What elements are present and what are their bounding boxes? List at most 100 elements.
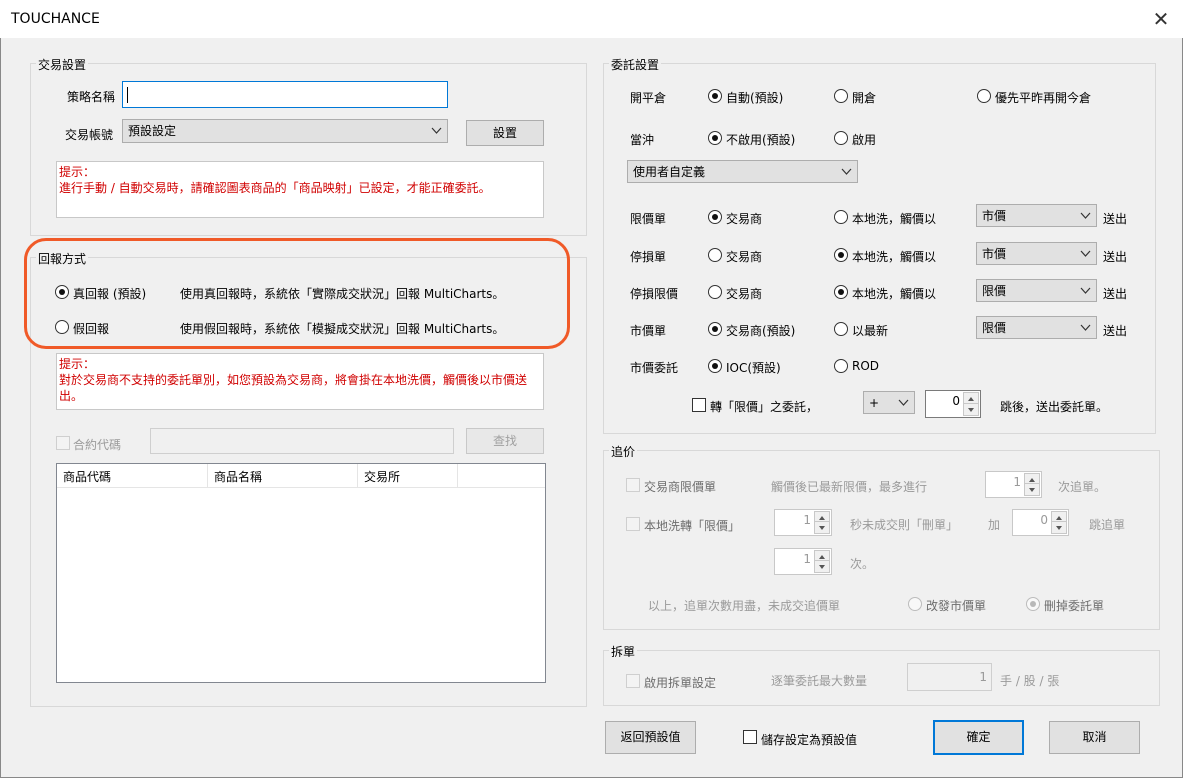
tick-count-stepper[interactable]: 0 bbox=[925, 390, 981, 418]
contract-code-input[interactable] bbox=[150, 428, 454, 454]
convert-limit-checkbox[interactable] bbox=[692, 398, 706, 412]
settings-button[interactable]: 設置 bbox=[466, 120, 544, 146]
column-header-product-name[interactable]: 商品名稱 bbox=[208, 464, 358, 488]
real-report-radio[interactable] bbox=[55, 285, 69, 299]
column-header-exchange[interactable]: 交易所 bbox=[358, 464, 458, 488]
reset-default-button[interactable]: 返回預設值 bbox=[605, 721, 696, 754]
chevron-down-icon bbox=[431, 127, 442, 134]
search-button[interactable]: 查找 bbox=[466, 428, 544, 454]
open-close-auto-radio[interactable] bbox=[708, 89, 722, 103]
order-row-broker-radio[interactable] bbox=[708, 285, 722, 299]
day-trade-disable-label[interactable]: 不啟用(預設) bbox=[726, 131, 795, 148]
chase-label: 追价 bbox=[609, 443, 638, 460]
seconds-value: 1 bbox=[803, 513, 811, 527]
order-row-local-label[interactable]: 本地洗，觸價以 bbox=[852, 285, 936, 302]
trade-hint-text: 進行手動 / 自動交易時，請確認圖表商品的「商品映射」已設定，才能正確委託。 bbox=[59, 181, 491, 195]
product-list[interactable]: 商品代碼 商品名稱 交易所 bbox=[56, 463, 546, 683]
day-trade-label: 當沖 bbox=[630, 133, 655, 147]
chevron-down-icon bbox=[1080, 287, 1091, 294]
ok-button[interactable]: 確定 bbox=[933, 720, 1024, 755]
open-close-open-radio[interactable] bbox=[834, 89, 848, 103]
order-row-price-select[interactable]: 市價 bbox=[976, 204, 1097, 227]
ticks-stepper[interactable]: 0 bbox=[1012, 509, 1069, 536]
open-close-auto-label[interactable]: 自動(預設) bbox=[726, 89, 783, 106]
exhausted-text: 以上，追單次數用盡，未成交追價單 bbox=[648, 599, 841, 613]
cancel-button[interactable]: 取消 bbox=[1049, 721, 1140, 754]
user-define-select[interactable]: 使用者自定義 bbox=[627, 160, 858, 183]
order-row-broker-label[interactable]: 交易商(預設) bbox=[726, 322, 795, 339]
report-mode-label: 回報方式 bbox=[36, 250, 89, 267]
fake-report-radio[interactable] bbox=[55, 320, 69, 334]
order-row-local-radio[interactable] bbox=[834, 248, 848, 262]
contract-code-checkbox[interactable] bbox=[56, 436, 70, 450]
market-order-ioc-label[interactable]: IOC(預設) bbox=[726, 359, 781, 376]
order-row-broker-radio[interactable] bbox=[708, 210, 722, 224]
local-convert-checkbox[interactable] bbox=[626, 517, 640, 531]
chase-times-stepper[interactable]: 1 bbox=[985, 471, 1042, 498]
unit-label: 手 / 股 / 張 bbox=[1000, 674, 1060, 688]
chevron-down-icon bbox=[1080, 250, 1091, 257]
real-report-label[interactable]: 真回報 (預設) bbox=[73, 285, 146, 302]
order-row-broker-radio[interactable] bbox=[708, 248, 722, 262]
order-row-price-select[interactable]: 限價 bbox=[976, 316, 1097, 339]
tick-count-value: 0 bbox=[952, 394, 960, 408]
chase-times2-stepper[interactable]: 1 bbox=[774, 548, 832, 575]
order-row-broker-label[interactable]: 交易商 bbox=[726, 210, 762, 227]
market-order-label: 市價委託 bbox=[630, 361, 679, 375]
open-close-open-label[interactable]: 開倉 bbox=[852, 89, 876, 106]
trade-hint-box: 提示： 進行手動 / 自動交易時，請確認圖表商品的「商品映射」已設定，才能正確委… bbox=[56, 161, 544, 218]
broker-limit-label: 交易商限價單 bbox=[644, 480, 717, 494]
order-row-broker-label[interactable]: 交易商 bbox=[726, 285, 762, 302]
seconds-stepper[interactable]: 1 bbox=[774, 509, 832, 536]
broker-limit-checkbox[interactable] bbox=[626, 478, 640, 492]
account-select[interactable]: 預設設定 bbox=[122, 119, 448, 143]
strategy-name-input[interactable] bbox=[122, 81, 448, 108]
day-trade-enable-label[interactable]: 啟用 bbox=[852, 131, 876, 148]
title-bar bbox=[0, 0, 1183, 38]
spin-down-icon[interactable] bbox=[1051, 521, 1067, 534]
order-row-local-radio[interactable] bbox=[834, 322, 848, 336]
order-row-price-select[interactable]: 市價 bbox=[976, 242, 1097, 265]
order-row-local-label[interactable]: 以最新 bbox=[852, 322, 888, 339]
ticks-value: 0 bbox=[1040, 513, 1048, 527]
day-trade-enable-radio[interactable] bbox=[834, 131, 848, 145]
market-order-rod-label[interactable]: ROD bbox=[852, 359, 879, 373]
order-row-local-radio[interactable] bbox=[834, 285, 848, 299]
account-label: 交易帳號 bbox=[65, 128, 114, 142]
market-order-rod-radio[interactable] bbox=[834, 359, 848, 373]
column-header-product-code[interactable]: 商品代碼 bbox=[57, 464, 208, 488]
spin-down-icon[interactable] bbox=[814, 560, 830, 573]
delete-order-radio[interactable] bbox=[1026, 597, 1040, 611]
fake-report-label[interactable]: 假回報 bbox=[73, 320, 109, 337]
order-row-local-radio[interactable] bbox=[834, 210, 848, 224]
resend-market-radio[interactable] bbox=[908, 597, 922, 611]
split-label: 拆單 bbox=[609, 643, 638, 660]
order-row-local-label[interactable]: 本地洗，觸價以 bbox=[852, 210, 936, 227]
chase-times-suffix: 次追單。 bbox=[1058, 480, 1107, 494]
fake-report-desc: 使用假回報時，系統依「模擬成交狀況」回報 MultiCharts。 bbox=[180, 322, 505, 336]
spin-down-icon[interactable] bbox=[1024, 483, 1040, 496]
day-trade-disable-radio[interactable] bbox=[708, 131, 722, 145]
spin-down-icon[interactable] bbox=[814, 521, 830, 534]
order-row-local-label[interactable]: 本地洗，觸價以 bbox=[852, 248, 936, 265]
order-row-broker-label[interactable]: 交易商 bbox=[726, 248, 762, 265]
open-close-priority-label[interactable]: 優先平昨再開今倉 bbox=[995, 89, 1091, 106]
save-default-checkbox[interactable] bbox=[743, 730, 757, 744]
spin-down-icon[interactable] bbox=[963, 403, 979, 416]
order-row-label: 限價單 bbox=[630, 212, 667, 226]
real-report-desc: 使用真回報時，系統依「實際成交狀況」回報 MultiCharts。 bbox=[180, 287, 505, 301]
open-close-priority-radio[interactable] bbox=[977, 89, 991, 103]
save-default-label[interactable]: 儲存設定為預設值 bbox=[761, 731, 857, 748]
tick-sign-select[interactable]: + bbox=[863, 391, 915, 414]
order-row-broker-radio[interactable] bbox=[708, 322, 722, 336]
split-enable-checkbox[interactable] bbox=[626, 674, 640, 688]
order-row-price-select[interactable]: 限價 bbox=[976, 279, 1097, 302]
chase-times-value: 1 bbox=[1013, 475, 1021, 489]
report-hint-box: 提示： 對於交易商不支持的委託單別，如您預設為交易商，將會掛在本地洗價，觸價後以… bbox=[56, 353, 544, 410]
order-settings-label: 委託設置 bbox=[609, 56, 662, 73]
convert-limit-label[interactable]: 轉「限價」之委託， bbox=[710, 398, 818, 415]
market-order-ioc-radio[interactable] bbox=[708, 359, 722, 373]
max-qty-input[interactable]: 1 bbox=[907, 663, 992, 691]
window-title: TOUCHANCE bbox=[11, 11, 100, 27]
close-icon[interactable]: ✕ bbox=[1146, 6, 1176, 32]
